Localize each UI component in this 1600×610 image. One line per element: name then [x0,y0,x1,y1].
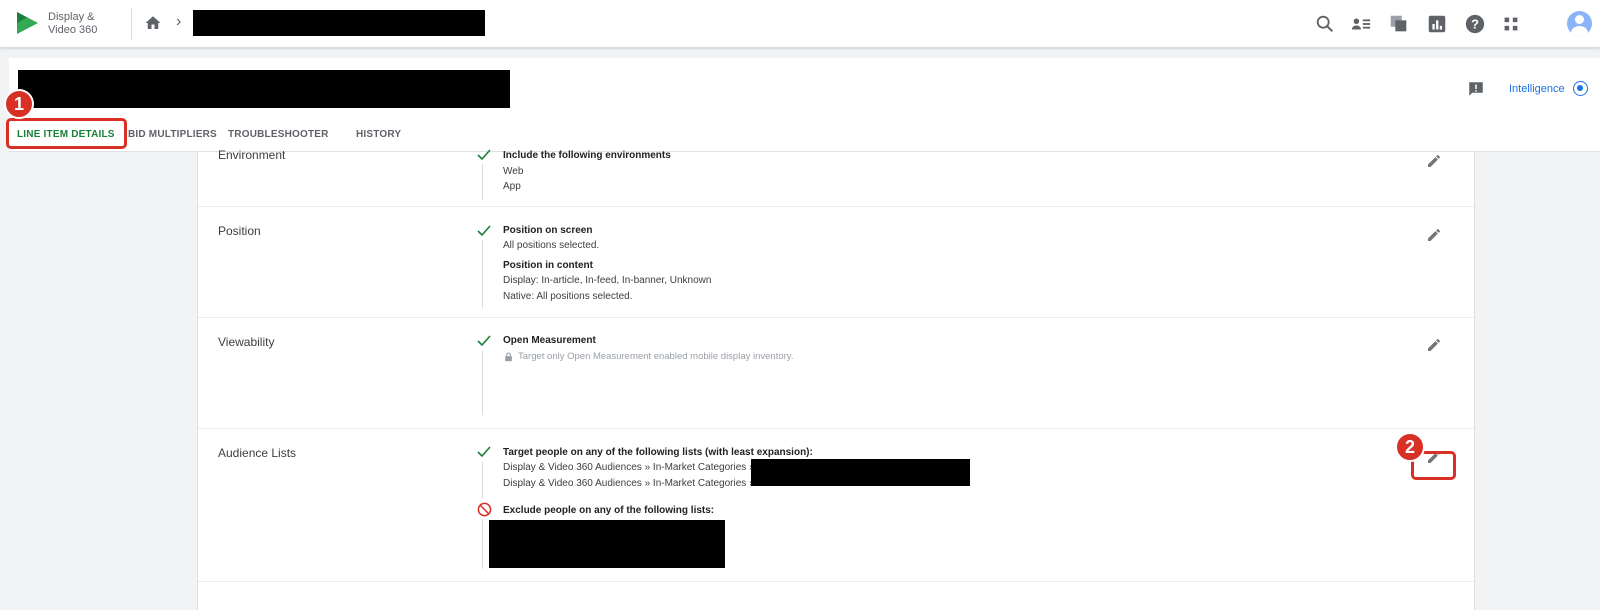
callout-highlight-tab [6,118,127,149]
check-icon [477,225,491,237]
copy-pages-icon[interactable] [1388,13,1410,35]
position-screen-value: All positions selected. [503,240,600,251]
help-icon[interactable]: ? [1464,13,1486,35]
callout-badge: 2 [1395,432,1425,462]
account-avatar[interactable] [1567,11,1592,36]
audience-include-item: Display & Video 360 Audiences » In-Marke… [503,478,755,489]
position-section: Position Position on screen All position… [198,207,1476,318]
audience-redacted [751,459,970,486]
svg-text:?: ? [1471,17,1479,32]
section-title: Position [218,224,261,238]
environment-item: App [503,181,521,192]
targeting-panel: Environment Include the following enviro… [197,148,1476,610]
audience-lists-section: Audience Lists Target people on any of t… [198,429,1476,582]
dv360-logo-icon[interactable] [14,10,40,36]
position-content-heading: Position in content [503,260,593,271]
audience-include-item: Display & Video 360 Audiences » In-Marke… [503,462,755,473]
intelligence-toggle-icon[interactable] [1573,81,1588,96]
section-title: Environment [218,148,286,162]
exclude-list-redacted [489,520,725,568]
viewability-heading: Open Measurement [503,335,596,346]
audience-exclude-heading: Exclude people on any of the following l… [503,505,715,516]
breadcrumb-chevron-icon: › [176,13,182,30]
block-icon [477,502,492,517]
section-title: Audience Lists [218,446,297,460]
user-list-icon[interactable] [1350,13,1372,35]
product-name: Display & Video 360 [48,11,98,36]
position-content-display: Display: In-article, In-feed, In-banner,… [503,275,712,286]
viewability-note: Target only Open Measurement enabled mob… [518,351,794,362]
divider [482,240,483,308]
search-icon[interactable] [1314,13,1336,35]
environment-heading: Include the following environments [503,150,671,161]
line-item-title-redacted [18,70,510,108]
viewability-section: Viewability Open Measurement Target only… [198,318,1476,429]
divider [482,519,483,569]
environment-section: Environment Include the following enviro… [198,148,1476,207]
environment-item: Web [503,166,524,177]
edit-pencil-icon[interactable] [1426,227,1442,243]
audience-include-heading: Target people on any of the following li… [503,447,813,458]
home-icon[interactable] [144,14,162,32]
check-icon [477,149,491,161]
divider [482,351,483,415]
divider [482,462,483,498]
callout-badge: 1 [4,89,34,119]
check-icon [477,446,491,458]
divider [131,8,132,40]
reports-icon[interactable] [1426,13,1448,35]
lock-icon [505,352,512,362]
position-screen-heading: Position on screen [503,225,593,236]
apps-grid-icon[interactable] [1500,13,1522,35]
edit-pencil-icon[interactable] [1426,153,1442,169]
tab-troubleshooter[interactable]: TROUBLESHOOTER [228,129,329,140]
position-content-native: Native: All positions selected. [503,291,633,302]
edit-pencil-icon[interactable] [1426,337,1442,353]
tab-history[interactable]: HISTORY [356,129,401,140]
breadcrumb-redacted [193,10,485,36]
feedback-icon[interactable] [1467,80,1485,98]
check-icon [477,335,491,347]
tab-bid-multipliers[interactable]: BID MULTIPLIERS [128,129,217,140]
app-bar: Display & Video 360 › ? [0,0,1600,48]
section-title: Viewability [218,335,275,349]
divider [482,164,483,200]
intelligence-link[interactable]: Intelligence [1509,83,1565,95]
